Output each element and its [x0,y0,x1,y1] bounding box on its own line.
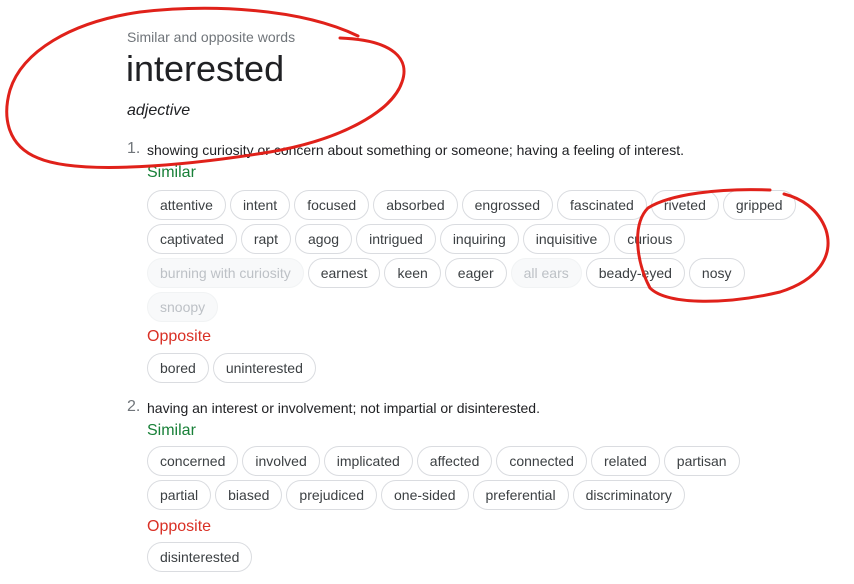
opposite-word-chip[interactable]: disinterested [147,542,253,572]
similar-word-chip[interactable]: intent [229,190,291,220]
similar-word-chip[interactable]: biased [215,480,283,510]
similar-word-chip[interactable]: beady-eyed [585,258,685,288]
similar-word-chip[interactable]: curious [614,224,686,254]
sense-definition: having an interest or involvement; not i… [147,400,540,416]
similar-word-chip[interactable]: partial [147,480,212,510]
similar-word-chip[interactable]: rapt [240,224,291,254]
similar-word-chip: all ears [510,258,582,288]
similar-chips: attentive intent focused absorbed engrossed f… [147,190,807,322]
similar-word-chip[interactable]: involved [242,446,320,476]
similar-word-chip[interactable]: affected [416,446,493,476]
similar-word-chip[interactable]: focused [294,190,370,220]
subtitle: Similar and opposite words [127,29,296,45]
similar-word-chip[interactable]: discriminatory [572,480,685,510]
opposite-label: Opposite [147,518,212,535]
similar-word-chip[interactable]: inquiring [439,224,519,254]
similar-label: Similar [147,422,196,439]
similar-word-chip: snoopy [147,292,219,322]
similar-word-chip[interactable]: implicated [323,446,413,476]
similar-word-chip[interactable]: related [590,446,660,476]
opposite-word-chip[interactable]: bored [147,353,209,383]
similar-word-chip[interactable]: prejudiced [286,480,378,510]
similar-word-chip[interactable]: absorbed [373,190,458,220]
sense-definition: showing curiosity or concern about somet… [147,142,684,158]
similar-word-chip[interactable]: engrossed [461,190,554,220]
similar-word-chip[interactable]: eager [444,258,507,288]
opposite-word-chip[interactable]: uninterested [212,353,316,383]
similar-word-chip[interactable]: riveted [650,190,719,220]
similar-chips: concerned involved implicated affected conne… [147,446,807,510]
similar-word-chip[interactable]: intrigued [356,224,436,254]
opposite-chips: bored uninterested [147,353,807,383]
similar-word-chip[interactable]: earnest [307,258,381,288]
opposite-chips: disinterested [147,542,807,572]
similar-word-chip[interactable]: connected [496,446,587,476]
similar-word-chip[interactable]: fascinated [557,190,647,220]
sense-number: 2. [127,398,141,415]
similar-word-chip[interactable]: gripped [722,190,796,220]
similar-word-chip[interactable]: partisan [663,446,740,476]
opposite-label: Opposite [147,328,212,345]
similar-word-chip[interactable]: nosy [688,258,745,288]
similar-word-chip[interactable]: keen [384,258,441,288]
similar-word-chip[interactable]: preferential [472,480,569,510]
similar-word-chip: burning with curiosity [147,258,304,288]
sense-number: 1. [127,140,141,157]
similar-label: Similar [147,164,196,181]
similar-word-chip[interactable]: concerned [147,446,239,476]
similar-word-chip[interactable]: agog [294,224,353,254]
headword: interested [126,48,285,89]
similar-word-chip[interactable]: one-sided [381,480,469,510]
similar-word-chip[interactable]: captivated [147,224,237,254]
similar-word-chip[interactable]: inquisitive [522,224,611,254]
part-of-speech: adjective [127,102,191,119]
similar-word-chip[interactable]: attentive [147,190,226,220]
